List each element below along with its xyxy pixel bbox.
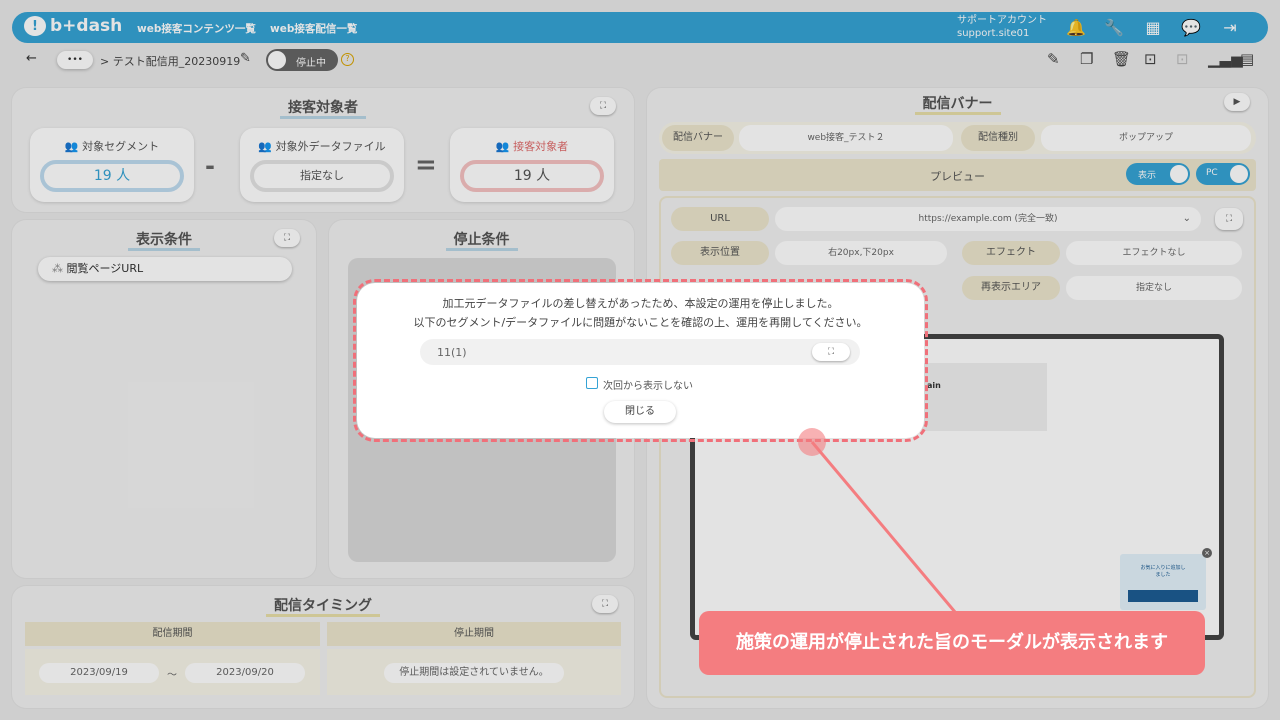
callout-box: 施策の運用が停止された旨のモーダルが表示されます bbox=[699, 611, 1205, 675]
callout-line bbox=[810, 441, 957, 613]
